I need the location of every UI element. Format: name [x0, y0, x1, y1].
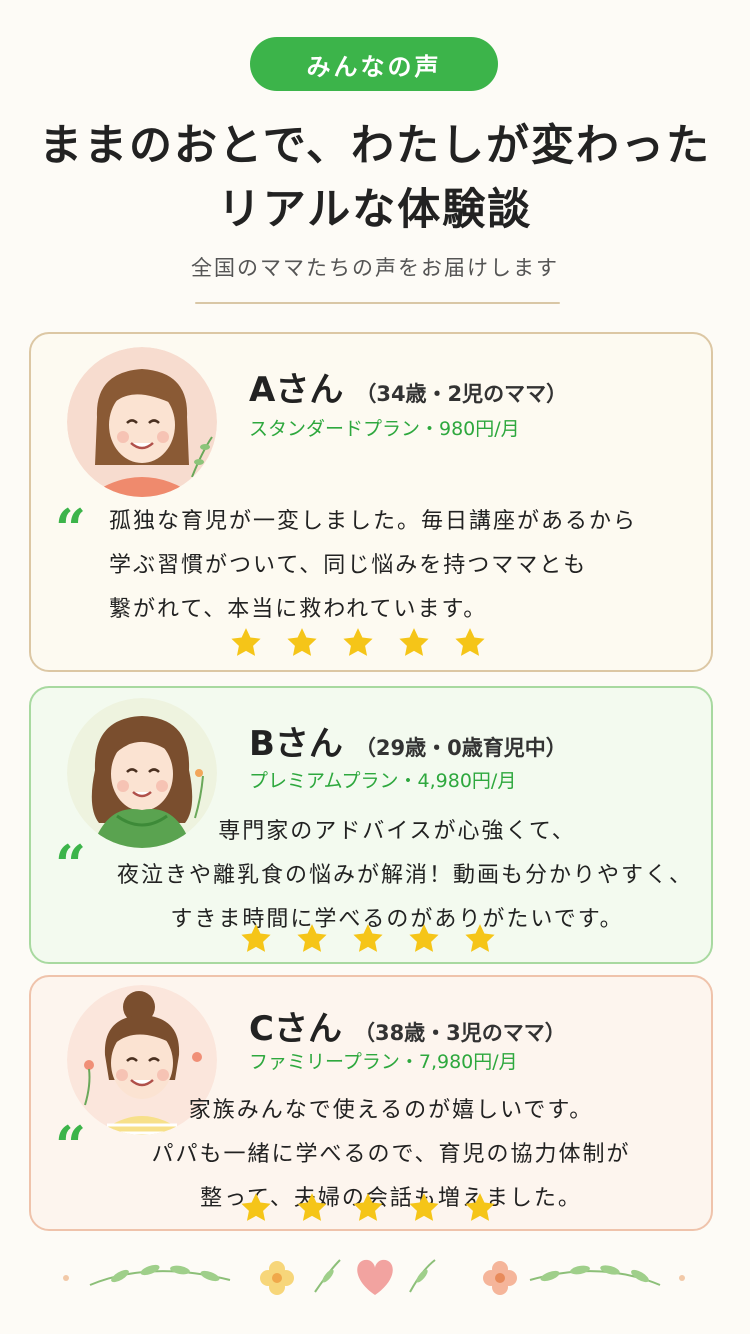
- dot-icon: [679, 1275, 685, 1281]
- flower-icon: [483, 1261, 517, 1295]
- quote-icon: “: [55, 497, 87, 561]
- star-icon: [353, 1193, 383, 1221]
- star-icon: [287, 628, 317, 656]
- reviewer-name: Cさん: [249, 1009, 342, 1049]
- dot-icon: [63, 1275, 69, 1281]
- star-icon: [465, 924, 495, 952]
- heart-icon: [357, 1259, 393, 1295]
- review-text: 孤独な育児が一変しました。毎日講座があるから 学ぶ習慣がついて、同じ悩みを持つマ…: [109, 500, 637, 632]
- star-icon: [409, 924, 439, 952]
- reviewer-name: Bさん: [249, 724, 343, 764]
- star-rating: [239, 922, 497, 956]
- reviewer-c-name: Cさん （38歳・3児のママ）: [249, 1001, 566, 1050]
- flower-icon: [260, 1261, 294, 1295]
- review-line: 専門家のアドバイスが心強くて、: [218, 819, 576, 844]
- section-badge: みんなの声: [250, 37, 498, 91]
- page-title-line-2: リアルな体験談: [217, 185, 533, 235]
- star-icon: [231, 628, 261, 656]
- reviewer-b-name: Bさん （29歳・0歳育児中）: [249, 716, 567, 765]
- leaf-branch-icon: [529, 1265, 661, 1286]
- leaf-sprig-icon: [409, 1259, 436, 1293]
- reviewer-detail: （38歳・3児のママ）: [353, 1021, 566, 1045]
- reviewer-plan: プレミアムプラン・4,980円/月: [249, 770, 517, 792]
- star-icon: [297, 924, 327, 952]
- reviewer-plan: スタンダードプラン・980円/月: [249, 418, 520, 440]
- review-line: 孤独な育児が一変しました。毎日講座があるから: [109, 509, 638, 534]
- reviewer-plan: ファミリープラン・7,980円/月: [249, 1051, 518, 1073]
- reviewer-a-name: Aさん （34歳・2児のママ）: [249, 362, 567, 411]
- page-subtitle: 全国のママたちの声をお届けします: [191, 256, 559, 280]
- star-icon: [465, 1193, 495, 1221]
- star-icon: [343, 628, 373, 656]
- avatar-a: [67, 347, 217, 497]
- review-line: 夜泣きや離乳食の悩みが解消！動画も分かりやすく、: [117, 863, 694, 888]
- star-rating: [229, 626, 487, 660]
- leaf-branch-icon: [89, 1264, 231, 1286]
- star-icon: [241, 1193, 271, 1221]
- star-icon: [353, 924, 383, 952]
- review-line: パパも一緒に学べるので、育児の協力体制が: [151, 1142, 631, 1167]
- quote-icon: “: [55, 833, 87, 897]
- title-divider: [195, 302, 560, 304]
- star-icon: [297, 1193, 327, 1221]
- quote-icon: “: [55, 1114, 87, 1178]
- star-icon: [399, 628, 429, 656]
- star-icon: [455, 628, 485, 656]
- leaf-sprig-icon: [314, 1259, 341, 1293]
- reviewer-name: Aさん: [249, 370, 344, 410]
- star-icon: [241, 924, 271, 952]
- testimonial-card-b: Bさん （29歳・0歳育児中） プレミアムプラン・4,980円/月 “ 専門家の…: [29, 686, 713, 964]
- review-line: 学ぶ習慣がついて、同じ悩みを持つママとも: [109, 553, 588, 578]
- testimonial-card-c: Cさん （38歳・3児のママ） ファミリープラン・7,980円/月 “ 家族みん…: [29, 975, 713, 1231]
- star-rating: [239, 1191, 497, 1225]
- testimonial-card-a: Aさん （34歳・2児のママ） スタンダードプラン・980円/月 “ 孤独な育児…: [29, 332, 713, 672]
- footer-decoration: [63, 1259, 685, 1295]
- reviewer-detail: （34歳・2児のママ）: [355, 382, 568, 406]
- star-icon: [409, 1193, 439, 1221]
- reviewer-detail: （29歳・0歳育児中）: [354, 736, 567, 760]
- review-line: 家族みんなで使えるのが嬉しいです。: [188, 1098, 594, 1123]
- page-title-line-1: ままのおとで、わたしが変わった: [39, 121, 711, 171]
